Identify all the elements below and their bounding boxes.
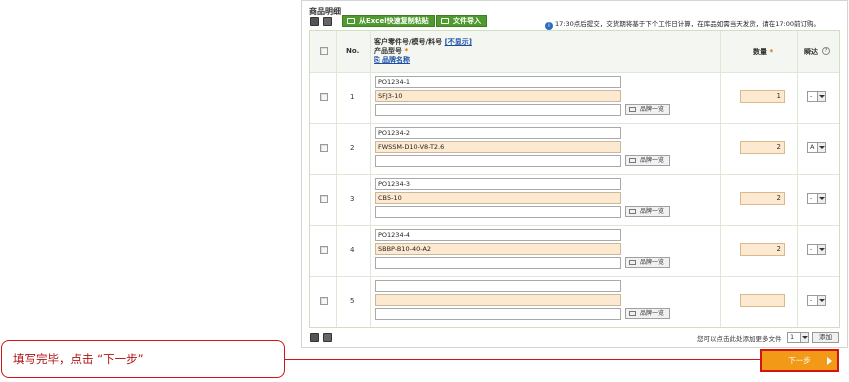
help-icon[interactable]: ? xyxy=(822,47,830,55)
window-icon xyxy=(629,209,636,214)
add-count-select[interactable]: 1 xyxy=(787,332,809,343)
file-import-button[interactable]: 文件导入 xyxy=(436,15,487,27)
chevron-down-icon xyxy=(817,245,825,254)
add-rows-text: 您可以点击此处添加更多文件 xyxy=(697,335,782,343)
model-input[interactable]: FWSSM-D10-V8-T2.6 xyxy=(375,141,621,153)
header-no: No. xyxy=(346,47,360,55)
qty-input[interactable] xyxy=(740,294,785,307)
row-checkbox[interactable] xyxy=(320,246,328,254)
express-select[interactable]: - xyxy=(807,91,826,102)
arrow-right-icon xyxy=(827,357,832,365)
hide-toggle-link[interactable]: [不显示] xyxy=(445,38,472,46)
window-icon xyxy=(629,107,636,112)
brand-name-link[interactable]: ⎘ 品牌名称 xyxy=(374,56,410,64)
section-title: 商品明细 xyxy=(309,7,341,16)
model-input[interactable] xyxy=(375,294,621,306)
brand-input[interactable] xyxy=(375,257,621,269)
brand-input[interactable] xyxy=(375,206,621,218)
brand-list-button[interactable]: 品牌一览 xyxy=(625,104,670,115)
model-input[interactable]: SBBP-B10-40-A2 xyxy=(375,243,621,255)
instruction-callout: 填写完毕，点击 “下一步” xyxy=(1,340,285,378)
customer-part-input[interactable]: PO1234-1 xyxy=(375,76,621,88)
row-checkbox[interactable] xyxy=(320,93,328,101)
brand-input[interactable] xyxy=(375,308,621,320)
brand-list-button[interactable]: 品牌一览 xyxy=(625,308,670,319)
brand-input[interactable] xyxy=(375,155,621,167)
brand-input[interactable] xyxy=(375,104,621,116)
copy-icon[interactable] xyxy=(323,17,332,26)
chevron-down-icon xyxy=(817,296,825,305)
model-input[interactable]: CB5-10 xyxy=(375,192,621,204)
express-select[interactable]: - xyxy=(807,244,826,255)
add-rows-button[interactable]: 添加 xyxy=(812,332,839,343)
window-icon xyxy=(629,260,636,265)
row-number: 1 xyxy=(350,93,355,101)
info-icon: i xyxy=(545,22,553,30)
brand-list-button[interactable]: 品牌一览 xyxy=(625,155,670,166)
chevron-down-icon xyxy=(817,194,825,203)
chevron-down-icon xyxy=(817,143,825,152)
header-qty: 数量 * xyxy=(753,48,774,56)
paste-icon xyxy=(347,18,355,24)
express-select[interactable]: - xyxy=(807,295,826,306)
qty-input[interactable]: 2 xyxy=(740,141,785,154)
express-select[interactable]: A xyxy=(807,142,826,153)
row-number: 2 xyxy=(350,144,355,152)
customer-part-input[interactable] xyxy=(375,280,621,292)
row-checkbox[interactable] xyxy=(320,195,328,203)
excel-paste-button[interactable]: 从Excel快速复制粘贴 xyxy=(342,15,435,27)
qty-input[interactable]: 2 xyxy=(740,243,785,256)
qty-input[interactable]: 1 xyxy=(740,90,785,103)
model-input[interactable]: SFJ3-10 xyxy=(375,90,621,102)
row-number: 4 xyxy=(350,246,355,254)
cutoff-notice: i 17:30点后提交，交货期将基于下个工作日计算，在库品如需当天发货，请在17:… xyxy=(545,18,820,30)
customer-part-input[interactable]: PO1234-4 xyxy=(375,229,621,241)
callout-connector xyxy=(285,359,760,360)
header-express: 瞬达 xyxy=(804,48,818,56)
select-all-checkbox[interactable] xyxy=(320,47,328,55)
window-icon xyxy=(629,158,636,163)
express-select[interactable]: - xyxy=(807,193,826,204)
import-icon xyxy=(441,18,449,24)
copy-icon-bottom[interactable] xyxy=(323,333,332,342)
row-checkbox[interactable] xyxy=(320,297,328,305)
brand-list-button[interactable]: 品牌一览 xyxy=(625,206,670,217)
delete-icon[interactable] xyxy=(310,17,319,26)
customer-part-input[interactable]: PO1234-2 xyxy=(375,127,621,139)
row-checkbox[interactable] xyxy=(320,144,328,152)
customer-part-input[interactable]: PO1234-3 xyxy=(375,178,621,190)
row-number: 5 xyxy=(350,297,355,305)
brand-list-button[interactable]: 品牌一览 xyxy=(625,257,670,268)
chevron-down-icon xyxy=(817,92,825,101)
row-number: 3 xyxy=(350,195,355,203)
window-icon xyxy=(629,311,636,316)
header-brand: ⎘ 品牌名称 xyxy=(374,55,410,65)
qty-input[interactable]: 2 xyxy=(740,192,785,205)
delete-icon-bottom[interactable] xyxy=(310,333,319,342)
next-step-button[interactable]: 下一步 xyxy=(760,349,839,372)
item-table: No. 客户零件号/模号/料号 [不显示] 产品型号 * ⎘ 品牌名称 数量 *… xyxy=(309,30,840,328)
